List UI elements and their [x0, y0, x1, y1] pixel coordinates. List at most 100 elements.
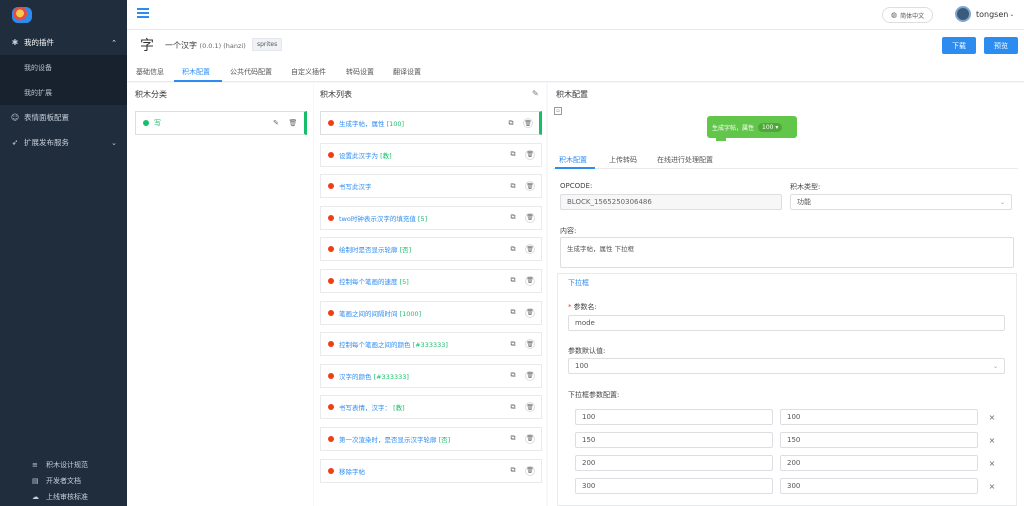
preview-button[interactable]: 预览: [984, 37, 1018, 54]
tab-translation[interactable]: 翻译设置: [393, 67, 421, 77]
menu-toggle-icon[interactable]: [137, 8, 149, 20]
item-actions: ⧉ 🗑: [508, 465, 535, 476]
sidebar-item-my-extensions[interactable]: 我的扩展: [0, 80, 127, 105]
sidebar-item-label: 我的设备: [24, 63, 52, 72]
tab-custom-plugin[interactable]: 自定义插件: [291, 67, 326, 77]
option-key-input[interactable]: 150: [575, 432, 773, 448]
extension-titlebar: 字 一个汉字 (0.0.1) (hanzi) sprites 下载 预览: [127, 30, 1024, 62]
remove-option-icon[interactable]: ×: [986, 457, 998, 469]
subtab-block-config[interactable]: 积木配置: [559, 155, 587, 165]
block-item[interactable]: 第一次渲染时，是否显示汉字轮廓 [否] ⧉ 🗑: [320, 426, 542, 451]
copy-icon[interactable]: ⧉: [508, 213, 518, 223]
copy-icon[interactable]: ⧉: [508, 339, 518, 349]
block-item[interactable]: 移除字帖 ⧉ 🗑: [320, 458, 542, 483]
tab-transcode[interactable]: 转码设置: [346, 67, 374, 77]
delete-icon[interactable]: 🗑: [525, 212, 535, 223]
block-item[interactable]: 书写表情，汉字： [教] ⧉ 🗑: [320, 395, 542, 420]
block-item[interactable]: 汉字的颜色 [#333333] ⧉ 🗑: [320, 363, 542, 388]
category-item[interactable]: 写 ✎ 🗑: [135, 111, 307, 135]
option-key-input[interactable]: 100: [575, 409, 773, 425]
block-item[interactable]: 控制每个笔画的速度 [5] ⧉ 🗑: [320, 268, 542, 293]
cloud-icon: ☁: [32, 493, 39, 501]
copy-icon[interactable]: ⧉: [508, 402, 518, 412]
link-developer-docs[interactable]: ▤ 开发者文档: [32, 473, 88, 489]
delete-icon[interactable]: 🗑: [525, 149, 535, 160]
edit-icon[interactable]: ✎: [271, 118, 281, 128]
block-item[interactable]: 笔画之间的间隔时间 [1000] ⧉ 🗑: [320, 300, 542, 325]
block-item[interactable]: 书写此汉字 ⧉ 🗑: [320, 174, 542, 199]
item-actions: ✎ 🗑: [271, 118, 298, 128]
logo[interactable]: [0, 0, 127, 30]
delete-icon[interactable]: 🗑: [525, 307, 535, 318]
tab-block-config[interactable]: 积木配置: [182, 67, 210, 77]
remove-option-icon[interactable]: ×: [986, 434, 998, 446]
block-item[interactable]: 控制每个笔画之间的颜色 [#333333] ⧉ 🗑: [320, 332, 542, 357]
option-value-input[interactable]: 300: [780, 478, 978, 494]
link-label: 积木设计规范: [46, 461, 88, 469]
copy-icon[interactable]: ⧉: [508, 150, 518, 160]
block-text: 生成字帖，属性: [339, 120, 387, 128]
option-key-input[interactable]: 200: [575, 455, 773, 471]
remove-option-icon[interactable]: ×: [986, 411, 998, 423]
expand-icon[interactable]: ▫: [554, 107, 562, 115]
option-value-input[interactable]: 100: [780, 409, 978, 425]
sidebar-item-publish-service[interactable]: ➶ 扩展发布服务 ⌄: [0, 130, 127, 155]
delete-icon[interactable]: 🗑: [525, 244, 535, 255]
tab-basic-info[interactable]: 基础信息: [136, 67, 164, 77]
delete-icon[interactable]: 🗑: [525, 402, 535, 413]
copy-icon[interactable]: ⧉: [508, 244, 518, 254]
delete-icon[interactable]: 🗑: [525, 433, 535, 444]
download-button[interactable]: 下载: [942, 37, 976, 54]
copy-icon[interactable]: ⧉: [508, 434, 518, 444]
sidebar-item-emoji-panel[interactable]: ☺ 表情面板配置: [0, 105, 127, 130]
block-item[interactable]: two时钟表示汉字的填充值 [5] ⧉ 🗑: [320, 205, 542, 230]
default-value-select[interactable]: 100 ⌄: [568, 358, 1005, 374]
remove-option-icon[interactable]: ×: [986, 480, 998, 492]
delete-icon[interactable]: 🗑: [288, 118, 298, 128]
sidebar-item-my-devices[interactable]: 我的设备: [0, 55, 127, 80]
opcode-input[interactable]: BLOCK_1565250306486: [560, 194, 782, 210]
delete-icon[interactable]: 🗑: [525, 181, 535, 192]
link-block-design-spec[interactable]: ≡ 积木设计规范: [32, 457, 88, 473]
chevron-down-icon: ⌄: [1009, 10, 1015, 18]
delete-icon[interactable]: 🗑: [525, 370, 535, 381]
block-item[interactable]: 绘制时是否显示轮廓 [否] ⧉ 🗑: [320, 237, 542, 262]
option-value-input[interactable]: 200: [780, 455, 978, 471]
block-text: 控制每个笔画的速度: [339, 277, 400, 286]
sidebar-item-my-plugins[interactable]: ✱ 我的插件 ⌃: [0, 30, 127, 55]
param-name-input[interactable]: mode: [568, 315, 1005, 331]
block-type-select[interactable]: 功能 ⌄: [790, 194, 1012, 210]
delete-icon[interactable]: 🗑: [525, 339, 535, 350]
item-actions: ⧉ 🗑: [508, 433, 535, 444]
subtab-upload-transcode[interactable]: 上传转码: [609, 155, 637, 165]
layers-icon: ≡: [32, 461, 38, 469]
block-item[interactable]: 设置此汉字为 [教] ⧉ 🗑: [320, 142, 542, 167]
tab-common-code[interactable]: 公共代码配置: [230, 67, 272, 77]
copy-icon[interactable]: ⧉: [506, 118, 516, 128]
block-item[interactable]: 生成字帖，属性 [100] ⧉ 🗑: [320, 111, 542, 135]
copy-icon[interactable]: ⧉: [508, 276, 518, 286]
block-label: 书写表情，汉字： [教]: [339, 402, 405, 412]
edit-icon[interactable]: ✎: [532, 89, 539, 98]
status-dot: [328, 246, 334, 253]
delete-icon[interactable]: 🗑: [525, 465, 535, 476]
option-value-input[interactable]: 150: [780, 432, 978, 448]
block-param: [否]: [399, 246, 412, 255]
block-text: 笔画之间的间隔时间: [339, 309, 400, 318]
copy-icon[interactable]: ⧉: [508, 181, 518, 191]
language-switch-button[interactable]: ◍ 简体中文: [882, 7, 934, 23]
copy-icon[interactable]: ⧉: [508, 466, 518, 476]
item-actions: ⧉ 🗑: [508, 244, 535, 255]
user-menu[interactable]: tongsen ⌄: [955, 6, 1014, 22]
content-textarea[interactable]: 生成字帖，属性 下拉框: [560, 237, 1014, 268]
link-review-standards[interactable]: ☁ 上线审核标准: [32, 489, 88, 505]
option-key-input[interactable]: 300: [575, 478, 773, 494]
copy-icon[interactable]: ⧉: [508, 371, 518, 381]
subtab-online-processing[interactable]: 在线进行处理配置: [657, 155, 713, 165]
copy-icon[interactable]: ⧉: [508, 308, 518, 318]
extension-title: 一个汉字 (0.0.1) (hanzi): [165, 40, 246, 51]
delete-icon[interactable]: 🗑: [523, 118, 533, 128]
globe-icon: ◍: [891, 11, 898, 19]
delete-icon[interactable]: 🗑: [525, 275, 535, 286]
chevron-down-icon: ⌄: [992, 362, 998, 370]
